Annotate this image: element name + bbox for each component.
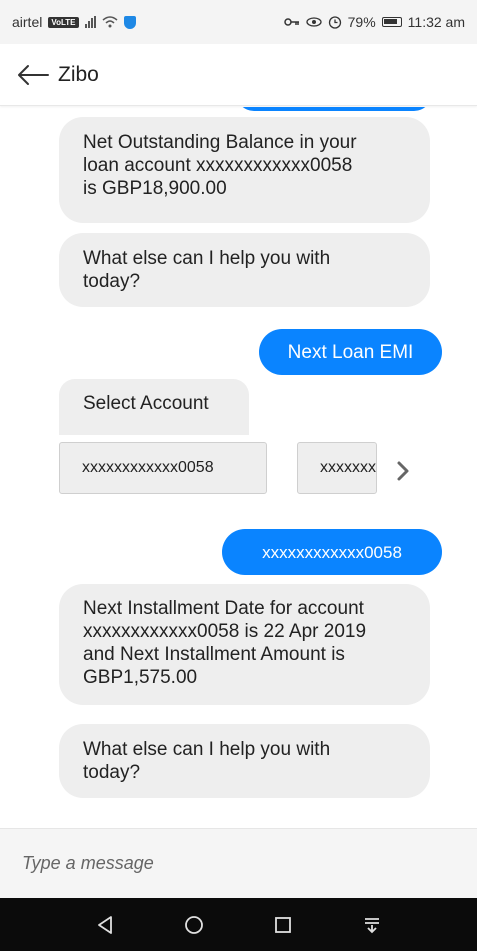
- bot-message-help: What else can I help you with today?: [59, 233, 430, 307]
- message-input-bar: [0, 828, 477, 898]
- message-line: today?: [83, 271, 141, 292]
- message-line: is GBP18,900.00: [83, 178, 227, 199]
- clock: 11:32 am: [407, 14, 465, 30]
- bot-message-balance: Net Outstanding Balance in your loan acc…: [59, 117, 430, 223]
- message-input[interactable]: [22, 853, 442, 874]
- message-text: xxxxxxxxxxxx0058: [262, 542, 402, 562]
- eye-icon: [305, 17, 322, 27]
- select-account-label: Select Account: [59, 379, 249, 435]
- account-option-label: xxxxxxxxxxxx0059: [320, 459, 376, 476]
- nav-recents-icon[interactable]: [263, 905, 303, 945]
- wifi-icon: [102, 16, 118, 28]
- volte-icon: VoLTE: [48, 16, 79, 28]
- nav-back-icon[interactable]: [85, 905, 125, 945]
- message-line: loan account xxxxxxxxxxxx0058: [83, 155, 353, 176]
- message-text: Next Loan EMI: [287, 341, 414, 363]
- account-option-0058[interactable]: xxxxxxxxxxxx0058: [59, 442, 267, 494]
- message-line: What else can I help you with: [83, 739, 331, 760]
- system-nav-bar: [0, 898, 477, 951]
- nav-menu-icon[interactable]: [352, 905, 392, 945]
- account-option-second[interactable]: xxxxxxxxxxxx0059: [297, 442, 377, 494]
- chat-title: Zibo: [58, 62, 99, 86]
- user-message-account: xxxxxxxxxxxx0058: [222, 529, 442, 575]
- message-line: xxxxxxxxxxxx0058 is 22 Apr 2019: [83, 621, 367, 642]
- bot-message-help-2: What else can I help you with today?: [59, 724, 430, 798]
- shield-icon: [123, 15, 136, 29]
- chat-area[interactable]: Net Outstanding Balance in your loan acc…: [0, 107, 477, 827]
- message-line: GBP1,575.00: [83, 667, 198, 688]
- message-line: What else can I help you with: [83, 248, 331, 269]
- alarm-icon: [328, 16, 341, 29]
- user-message-next-loan-emi: Next Loan EMI: [259, 329, 442, 375]
- message-line: Net Outstanding Balance in your: [83, 132, 357, 153]
- status-bar: airtel VoLTE 79% 11:32 am: [0, 0, 477, 44]
- message-line: today?: [83, 762, 141, 783]
- battery-icon: [381, 17, 402, 27]
- chevron-right-icon[interactable]: [394, 459, 412, 483]
- account-option-label: xxxxxxxxxxxx0058: [82, 459, 214, 476]
- status-left: airtel VoLTE: [12, 14, 136, 30]
- bot-message-installment: Next Installment Date for account xxxxxx…: [59, 584, 430, 705]
- carrier-name: airtel: [12, 14, 43, 30]
- previous-user-message: [236, 107, 432, 111]
- chat-header: Zibo: [0, 44, 477, 106]
- back-arrow-icon[interactable]: [16, 63, 50, 87]
- status-right: 79% 11:32 am: [283, 14, 465, 30]
- message-line: and Next Installment Amount is: [83, 644, 345, 665]
- battery-percent: 79%: [347, 14, 376, 30]
- signal-icon: [84, 16, 96, 28]
- key-icon: [283, 18, 299, 26]
- nav-home-icon[interactable]: [174, 905, 214, 945]
- message-line: Next Installment Date for account: [83, 598, 364, 619]
